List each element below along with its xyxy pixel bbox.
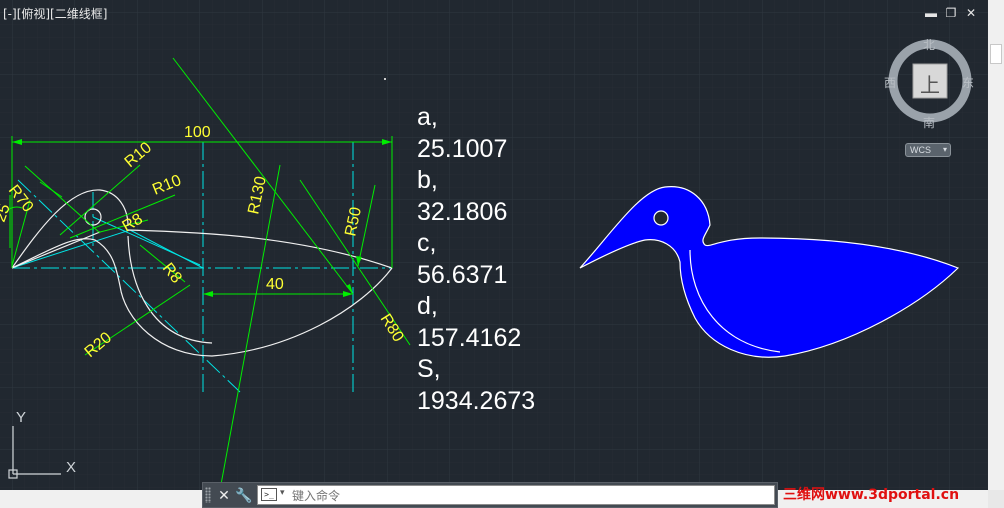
minimize-icon[interactable]: ▬ <box>924 6 938 20</box>
chevron-down-icon: ▾ <box>942 145 947 154</box>
result-label-a: a, <box>417 103 438 131</box>
compass-east[interactable]: 东 <box>962 74 974 91</box>
result-label-c: c, <box>417 229 437 257</box>
dim-r10b: R10 <box>150 172 184 199</box>
wcs-label: WCS <box>910 145 931 155</box>
command-input-box[interactable]: >_ ▾ <box>257 485 775 505</box>
results-panel: a, 25.1007 b, 32.1806 c, 56.6371 d, 157.… <box>417 102 535 417</box>
dim-r130: R130 <box>245 175 270 216</box>
dim-100: 100 <box>184 124 211 141</box>
result-value-c: 56.6371 <box>417 260 508 289</box>
command-line-bar: ✕ 🔧 >_ ▾ <box>202 482 778 508</box>
dim-r20: R20 <box>82 329 115 361</box>
viewcube-face-top[interactable]: 上 <box>920 69 940 98</box>
restore-icon[interactable]: ❐ <box>944 6 958 20</box>
dim-r80: R80 <box>377 311 407 345</box>
dim-40: 40 <box>266 276 284 293</box>
compass-south[interactable]: 南 <box>923 114 935 131</box>
result-value-a: 25.1007 <box>417 134 508 163</box>
drawing-viewport[interactable]: 100 R10 R10 R70 25 R8 R8 R130 R50 40 R80… <box>0 0 988 490</box>
chevron-down-icon[interactable]: ▾ <box>280 487 285 498</box>
compass-west[interactable]: 西 <box>884 74 896 91</box>
drag-handle[interactable] <box>205 487 211 503</box>
close-icon[interactable]: ✕ <box>964 6 978 20</box>
bird-outline <box>11 189 393 357</box>
scrollbar-thumb[interactable] <box>990 44 1002 64</box>
result-value-s: 1934.2673 <box>417 386 536 415</box>
ucs-y-label: Y <box>16 409 26 426</box>
scroll-corner <box>988 490 1004 508</box>
result-label-b: b, <box>417 166 438 194</box>
wcs-button[interactable]: WCS ▾ <box>905 143 951 157</box>
close-icon[interactable]: ✕ <box>215 486 233 504</box>
dim-r50: R50 <box>342 205 365 237</box>
compass-north[interactable]: 北 <box>923 36 935 53</box>
vertical-scrollbar[interactable] <box>988 0 1004 490</box>
result-label-s: S, <box>417 355 441 383</box>
watermark-logo: 三维网www.3dportal.cn <box>783 487 960 503</box>
viewport-label[interactable]: [-][俯视][二维线框] <box>3 5 107 22</box>
ucs-icon: Y X <box>8 409 76 479</box>
command-prompt-icon[interactable]: >_ <box>261 488 277 501</box>
result-label-d: d, <box>417 292 438 320</box>
diag-centerline <box>17 179 241 393</box>
wrench-icon[interactable]: 🔧 <box>235 486 253 504</box>
filled-bird <box>579 186 960 358</box>
result-value-d: 157.4162 <box>417 323 522 352</box>
ucs-x-label: X <box>66 459 76 476</box>
result-value-b: 32.1806 <box>417 197 508 226</box>
command-input[interactable] <box>290 487 774 505</box>
